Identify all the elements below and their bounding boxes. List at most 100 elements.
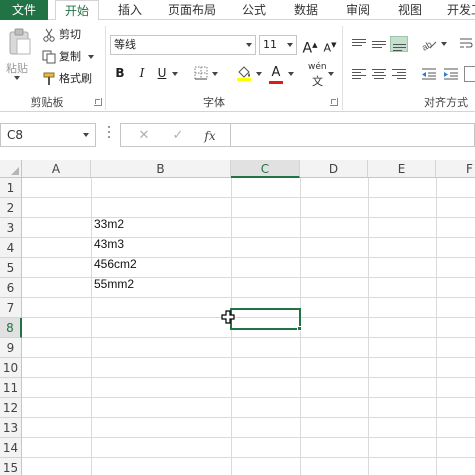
tab-developer[interactable]: 开发工 [440, 0, 475, 20]
align-left-icon[interactable] [350, 66, 368, 82]
borders-dropdown-icon[interactable] [212, 72, 218, 76]
row-header-14[interactable]: 14 [0, 438, 22, 458]
format-painter-label: 格式刷 [59, 72, 92, 85]
enter-icon[interactable]: ✓ [169, 127, 187, 145]
orientation-icon[interactable]: ab [420, 36, 438, 52]
cell-b5[interactable]: 456cm2 [94, 257, 137, 271]
font-launcher-icon[interactable] [330, 98, 338, 106]
increase-indent-icon[interactable] [442, 66, 460, 82]
cell-b6[interactable]: 55mm2 [94, 277, 134, 291]
orientation-dropdown-icon[interactable] [441, 42, 447, 46]
grid-line [22, 277, 475, 278]
column-header-c[interactable]: C [231, 160, 300, 178]
grid-line [22, 257, 475, 258]
formula-bar-splitter[interactable] [108, 126, 111, 142]
font-size-select[interactable]: 11 [259, 35, 297, 55]
grid-line [91, 178, 92, 475]
row-header-5[interactable]: 5 [0, 258, 22, 278]
font-name-value: 等线 [114, 38, 136, 51]
row-header-6[interactable]: 6 [0, 278, 22, 298]
row-header-7[interactable]: 7 [0, 298, 22, 318]
cut-button[interactable]: 剪切 [42, 26, 81, 44]
clipboard-launcher-icon[interactable] [94, 98, 102, 106]
wrap-text-icon[interactable] [458, 36, 474, 52]
align-middle-icon[interactable] [370, 36, 388, 52]
shrink-font-icon: A [323, 41, 332, 55]
paste-dropdown-icon[interactable] [14, 76, 20, 80]
font-color-icon: A [271, 65, 281, 80]
phonetic-button[interactable]: wén [308, 62, 327, 72]
copy-label: 复制 [59, 50, 81, 63]
worksheet-grid[interactable]: A B C D E F 12345678910111213141516 33m2… [0, 160, 475, 475]
align-top-icon[interactable] [350, 36, 368, 52]
grid-line [436, 178, 437, 475]
insert-function-icon[interactable]: fx [201, 127, 219, 145]
paste-button-label[interactable]: 粘贴 [6, 60, 28, 76]
font-name-select[interactable]: 等线 [110, 35, 256, 55]
column-header-e[interactable]: E [368, 160, 436, 178]
underline-button[interactable]: U [154, 64, 170, 82]
name-box-value: C8 [7, 128, 24, 142]
cell-b4[interactable]: 43m3 [94, 237, 124, 251]
grid-line [22, 357, 475, 358]
phonetic-dropdown-icon[interactable] [328, 72, 334, 76]
font-color-button[interactable]: A [268, 64, 284, 82]
row-header-4[interactable]: 4 [0, 238, 22, 258]
select-all-button[interactable] [0, 160, 22, 178]
tab-view[interactable]: 视图 [388, 0, 432, 20]
tab-home[interactable]: 开始 [55, 0, 99, 21]
phonetic-glyph-icon: 文 [312, 75, 323, 88]
group-divider [342, 26, 343, 110]
row-header-11[interactable]: 11 [0, 378, 22, 398]
row-header-8[interactable]: 8 [0, 318, 22, 338]
column-header-a[interactable]: A [22, 160, 91, 178]
paste-icon[interactable] [8, 28, 32, 56]
column-header-d[interactable]: D [300, 160, 368, 178]
chevron-down-icon[interactable] [83, 133, 89, 137]
grid-line [22, 217, 475, 218]
tab-page-layout[interactable]: 页面布局 [160, 0, 224, 20]
tab-file[interactable]: 文件 [0, 0, 48, 20]
copy-dropdown-icon[interactable] [88, 55, 94, 59]
column-header-f[interactable]: F [436, 160, 475, 178]
row-header-15[interactable]: 15 [0, 458, 22, 475]
row-header-3[interactable]: 3 [0, 218, 22, 238]
row-header-10[interactable]: 10 [0, 358, 22, 378]
copy-button[interactable]: 复制 [42, 48, 94, 66]
fill-color-icon[interactable] [236, 64, 252, 82]
row-header-13[interactable]: 13 [0, 418, 22, 438]
decrease-indent-icon[interactable] [420, 66, 438, 82]
formula-input[interactable] [230, 123, 475, 147]
formula-bar: C8 ✕ ✓ fx [0, 112, 475, 160]
fill-color-dropdown-icon[interactable] [256, 72, 262, 76]
format-painter-button[interactable]: 格式刷 [42, 70, 92, 88]
tab-formulas[interactable]: 公式 [232, 0, 276, 20]
italic-button[interactable]: I [134, 64, 150, 82]
merge-center-icon[interactable] [464, 66, 475, 82]
grid-line [22, 417, 475, 418]
cell-b3[interactable]: 33m2 [94, 217, 124, 231]
cancel-icon[interactable]: ✕ [135, 127, 153, 145]
tab-insert[interactable]: 插入 [108, 0, 152, 20]
row-header-12[interactable]: 12 [0, 398, 22, 418]
column-header-b[interactable]: B [91, 160, 231, 178]
align-center-icon[interactable] [370, 66, 388, 82]
tab-data[interactable]: 数据 [284, 0, 328, 20]
tab-review[interactable]: 审阅 [336, 0, 380, 20]
row-header-2[interactable]: 2 [0, 198, 22, 218]
grow-font-button[interactable]: A▲ [302, 36, 318, 57]
shrink-font-button[interactable]: A▼ [322, 36, 338, 55]
align-right-icon[interactable] [390, 66, 408, 82]
borders-icon[interactable] [194, 66, 208, 80]
font-color-dropdown-icon[interactable] [288, 72, 294, 76]
underline-dropdown-icon[interactable] [172, 72, 178, 76]
row-header-1[interactable]: 1 [0, 178, 22, 198]
name-box[interactable]: C8 [0, 123, 96, 147]
align-bottom-icon[interactable] [390, 36, 408, 52]
active-cell-c8[interactable] [230, 308, 301, 330]
grid-line [22, 457, 475, 458]
fill-handle[interactable] [297, 326, 302, 331]
grid-line [22, 377, 475, 378]
row-header-9[interactable]: 9 [0, 338, 22, 358]
bold-button[interactable]: B [112, 64, 128, 82]
